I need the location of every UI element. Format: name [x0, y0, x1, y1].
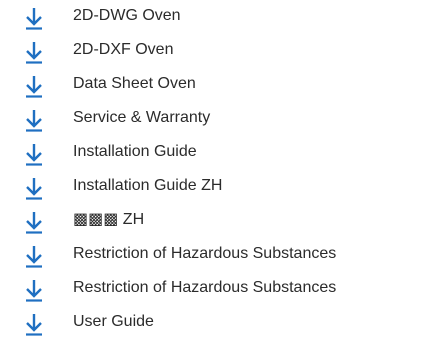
download-link-service-warranty[interactable]: Service & Warranty: [0, 106, 260, 134]
download-link-rohs-2[interactable]: Restriction of Hazardous Substances: [0, 276, 390, 304]
download-link-zh[interactable]: ▩▩▩ ZH: [0, 208, 260, 236]
download-link-installation-guide-zh[interactable]: Installation Guide ZH: [0, 174, 260, 202]
download-arrow-icon: [26, 8, 42, 30]
download-link-data-sheet-oven[interactable]: Data Sheet Oven: [0, 72, 260, 100]
download-label: Data Sheet Oven: [73, 75, 196, 92]
download-label: 2D-DXF Oven: [73, 41, 174, 58]
download-label: ▩▩▩ ZH: [73, 211, 145, 228]
download-arrow-icon: [26, 76, 42, 98]
download-link-2d-dxf-oven[interactable]: 2D-DXF Oven: [0, 38, 260, 66]
download-arrow-icon: [26, 42, 42, 64]
download-arrow-icon: [26, 144, 42, 166]
download-label: Installation Guide ZH: [73, 177, 223, 194]
download-link-installation-guide[interactable]: Installation Guide: [0, 140, 260, 168]
download-link-user-guide[interactable]: User Guide: [0, 310, 260, 338]
download-label: 2D-DWG Oven: [73, 7, 181, 24]
download-label: Installation Guide: [73, 143, 197, 160]
download-link-rohs-1[interactable]: Restriction of Hazardous Substances: [0, 242, 390, 270]
download-list: 2D-DWG Oven 2D-DXF Oven Data Sheet Oven …: [0, 0, 422, 353]
download-arrow-icon: [26, 246, 42, 268]
download-link-2d-dwg-oven[interactable]: 2D-DWG Oven: [0, 4, 260, 32]
download-arrow-icon: [26, 314, 42, 336]
download-arrow-icon: [26, 280, 42, 302]
download-label: Service & Warranty: [73, 109, 211, 126]
download-label: Restriction of Hazardous Substances: [73, 245, 337, 262]
download-arrow-icon: [26, 110, 42, 132]
download-arrow-icon: [26, 212, 42, 234]
download-label: User Guide: [73, 313, 154, 330]
download-label: Restriction of Hazardous Substances: [73, 279, 337, 296]
download-arrow-icon: [26, 178, 42, 200]
